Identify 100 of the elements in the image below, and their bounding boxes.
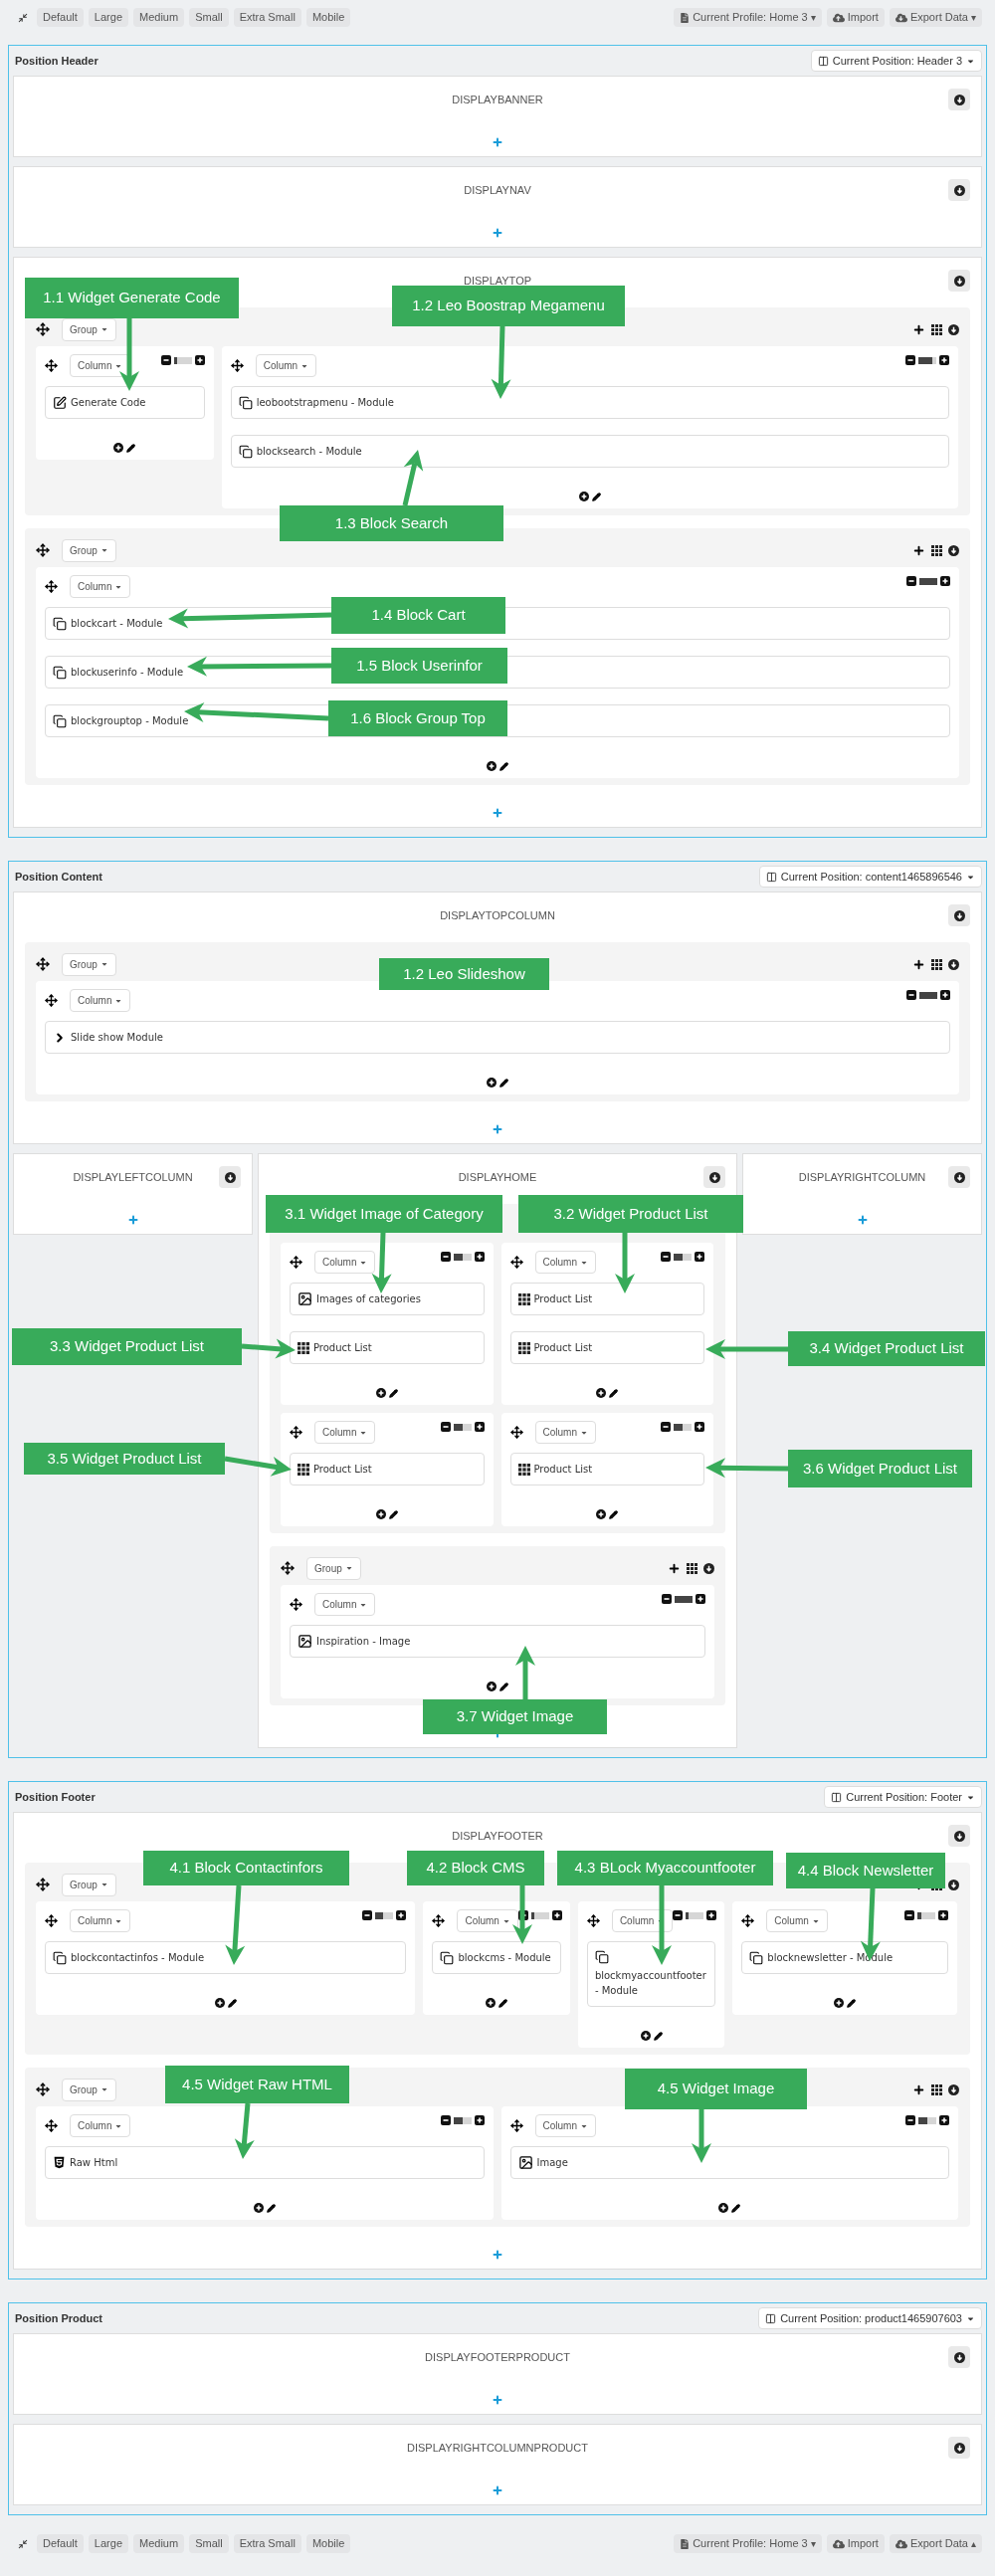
pencil-icon[interactable] (388, 1388, 398, 1398)
column-dropdown[interactable]: Column (534, 1421, 596, 1444)
hook-menu-button[interactable] (948, 270, 970, 292)
pencil-icon[interactable] (126, 443, 136, 453)
hook-menu-button[interactable] (219, 1166, 241, 1188)
minus-square-icon[interactable] (661, 1252, 671, 1262)
add-button[interactable] (492, 227, 503, 239)
plus-circle-icon[interactable] (596, 1509, 607, 1519)
move-icon[interactable] (45, 1914, 58, 1927)
column-dropdown[interactable]: Column (70, 2114, 131, 2137)
group-dropdown[interactable]: Group (62, 538, 116, 562)
pencil-icon[interactable] (498, 761, 508, 771)
widget-item[interactable]: Images of categories (290, 1283, 485, 1315)
column-dropdown[interactable]: Column (534, 2114, 596, 2137)
pencil-icon[interactable] (388, 1509, 398, 1519)
group-dropdown[interactable]: Group (62, 952, 116, 976)
plus-circle-icon[interactable] (834, 1998, 845, 2008)
add-button[interactable] (492, 807, 503, 819)
plus-icon[interactable] (668, 1561, 681, 1575)
widget-item[interactable]: Product List (509, 1331, 704, 1364)
pencil-icon[interactable] (731, 2203, 741, 2213)
widget-item[interactable]: blockmyaccountfooter - Module (586, 1941, 716, 2007)
minus-square-icon[interactable] (905, 990, 916, 1000)
plus-icon[interactable] (912, 543, 925, 557)
column-dropdown[interactable]: Column (70, 575, 131, 598)
device-button[interactable]: Mobile (305, 2534, 351, 2553)
minus-square-icon[interactable] (517, 1910, 528, 1920)
add-button[interactable] (856, 1214, 869, 1226)
hook-menu-button[interactable] (948, 1825, 970, 1847)
minus-square-icon[interactable] (661, 1422, 671, 1432)
plus-square-icon[interactable] (695, 1422, 704, 1432)
move-icon[interactable] (36, 957, 50, 971)
device-button[interactable]: Medium (133, 2534, 185, 2553)
hook-menu-button[interactable] (703, 1166, 725, 1188)
column-dropdown[interactable]: Column (255, 354, 317, 377)
group-dropdown[interactable]: Group (62, 2078, 116, 2101)
plus-circle-icon[interactable] (486, 761, 497, 771)
column-dropdown[interactable]: Column (534, 1251, 596, 1274)
plus-square-icon[interactable] (695, 1594, 705, 1604)
current-position-dropdown[interactable]: Current Position: product1465907603 (758, 2307, 982, 2329)
minus-square-icon[interactable] (440, 1422, 451, 1432)
widget-item[interactable]: leobootstrapmenu - Module (230, 386, 949, 419)
plus-icon[interactable] (912, 322, 925, 336)
current-position-dropdown[interactable]: Current Position: Header 3 (810, 50, 982, 72)
widget-item[interactable]: Inspiration - Image (290, 1625, 705, 1658)
toolbar-action-button[interactable]: Export Data ▴ (889, 2534, 982, 2553)
current-position-dropdown[interactable]: Current Position: Footer (824, 1786, 982, 1808)
move-icon[interactable] (290, 1598, 302, 1611)
plus-circle-icon[interactable] (253, 2203, 264, 2213)
plus-circle-icon[interactable] (375, 1509, 386, 1519)
add-button[interactable] (492, 2484, 503, 2496)
move-icon[interactable] (586, 1914, 600, 1927)
minus-square-icon[interactable] (440, 1252, 451, 1262)
plus-square-icon[interactable] (939, 355, 949, 365)
pencil-icon[interactable] (498, 1682, 508, 1691)
widget-item[interactable]: Product List (290, 1331, 485, 1364)
plus-circle-icon[interactable] (640, 2031, 651, 2041)
move-icon[interactable] (281, 1561, 295, 1575)
add-button[interactable] (492, 2249, 503, 2261)
widget-item[interactable]: Generate Code (45, 386, 205, 419)
hook-menu-button[interactable] (948, 2346, 970, 2368)
move-icon[interactable] (432, 1914, 446, 1927)
minus-square-icon[interactable] (160, 355, 171, 365)
minus-square-icon[interactable] (661, 1594, 672, 1604)
toolbar-action-button[interactable]: Import (826, 2534, 885, 2553)
plus-square-icon[interactable] (474, 2115, 485, 2125)
pencil-icon[interactable] (498, 1998, 508, 2008)
widget-item[interactable]: Product List (509, 1283, 704, 1315)
hook-menu-button[interactable] (948, 904, 970, 926)
device-button[interactable]: Extra Small (233, 8, 301, 27)
widget-item[interactable]: blocksearch - Module (230, 435, 949, 468)
device-button[interactable]: Large (88, 8, 128, 27)
plus-square-icon[interactable] (474, 1422, 485, 1432)
widget-item[interactable]: Raw Html (45, 2146, 485, 2179)
widget-item[interactable]: Image (509, 2146, 949, 2179)
widget-item[interactable]: Product List (290, 1453, 485, 1486)
pencil-icon[interactable] (498, 1078, 508, 1088)
column-dropdown[interactable]: Column (766, 1909, 828, 1932)
hook-menu-button[interactable] (948, 179, 970, 201)
column-dropdown[interactable]: Column (314, 1421, 376, 1444)
minus-square-icon[interactable] (903, 1910, 914, 1920)
toolbar-action-button[interactable]: Import (826, 8, 885, 27)
toolbar-action-button[interactable]: Export Data ▾ (889, 8, 982, 27)
add-button[interactable] (492, 2394, 503, 2406)
plus-circle-icon[interactable] (113, 443, 124, 453)
minus-square-icon[interactable] (905, 576, 916, 586)
toolbar-action-button[interactable]: Current Profile: Home 3 ▾ (674, 2534, 822, 2553)
plus-circle-icon[interactable] (214, 1998, 225, 2008)
minus-square-icon[interactable] (905, 355, 915, 365)
plus-square-icon[interactable] (396, 1910, 407, 1920)
column-dropdown[interactable]: Column (314, 1251, 376, 1274)
plus-circle-icon[interactable] (578, 492, 589, 501)
plus-circle-icon[interactable] (486, 1682, 497, 1691)
move-icon[interactable] (45, 994, 58, 1007)
column-dropdown[interactable]: Column (70, 1909, 131, 1932)
pencil-icon[interactable] (653, 2031, 663, 2041)
current-position-dropdown[interactable]: Current Position: content1465896546 (758, 866, 982, 888)
device-button[interactable]: Default (37, 2534, 84, 2553)
device-button[interactable]: Small (189, 2534, 229, 2553)
pencil-icon[interactable] (266, 2203, 276, 2213)
